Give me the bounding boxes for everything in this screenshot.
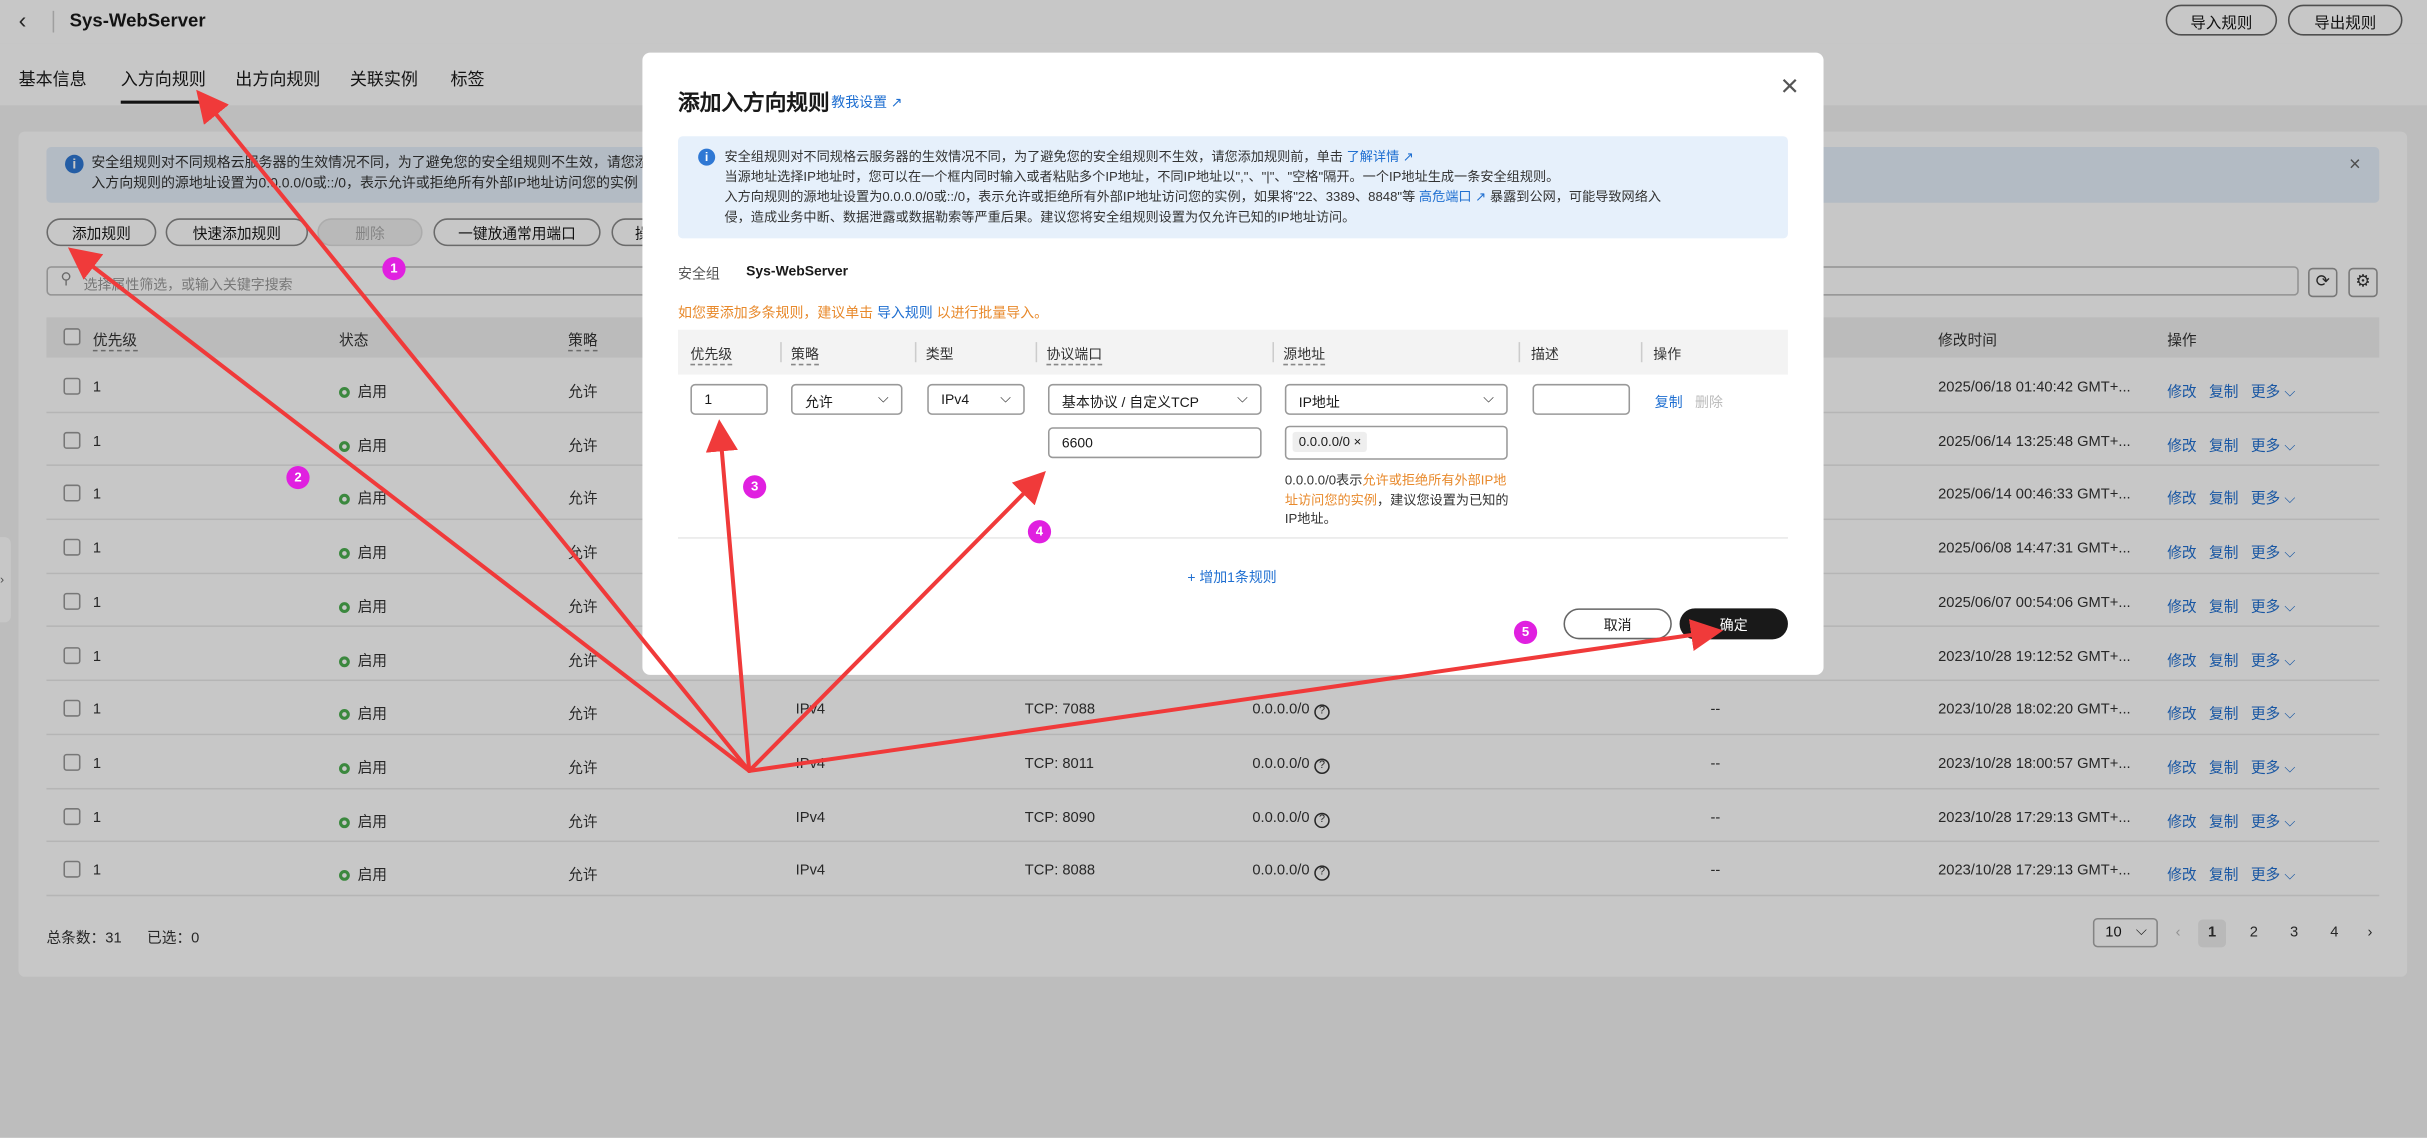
external-link-icon: ↗ xyxy=(890,94,903,110)
cancel-button[interactable]: 取消 xyxy=(1563,608,1672,640)
step-marker-2: 2 xyxy=(286,465,310,490)
high-risk-ports-link[interactable]: 高危端口 xyxy=(1419,189,1472,204)
security-group-label: 安全组 xyxy=(678,266,720,282)
col-operation: 操作 xyxy=(1653,346,1682,363)
chevron-down-icon: ⌵ xyxy=(1237,390,1248,406)
dialog-title: 添加入方向规则 xyxy=(678,89,830,115)
tag-close-icon[interactable]: × xyxy=(1354,433,1362,448)
col-priority: 优先级 xyxy=(690,344,733,366)
col-protocol-port: 协议端口 xyxy=(1046,344,1103,366)
ip-tag: 0.0.0.0/0 × xyxy=(1292,431,1368,453)
protocol-select[interactable]: 基本协议 / 自定义TCP ⌵ xyxy=(1047,383,1262,415)
add-inbound-rule-dialog: 添加入方向规则 教我设置 ↗ × i 安全组规则对不同规格云服务器的生效情况不同… xyxy=(642,52,1824,675)
import-rules-link[interactable]: 导入规则 xyxy=(877,305,933,320)
port-input[interactable]: 6600 xyxy=(1047,427,1262,459)
step-marker-1: 1 xyxy=(382,256,406,281)
info-icon: i xyxy=(698,148,716,166)
step-marker-4: 4 xyxy=(1027,520,1052,544)
external-link-icon: ↗ xyxy=(1475,188,1487,205)
source-ip-input[interactable]: 0.0.0.0/0 × xyxy=(1284,425,1508,460)
close-icon[interactable]: × xyxy=(1781,70,1799,106)
strategy-select[interactable]: 允许 ⌵ xyxy=(791,383,903,415)
external-link-icon: ↗ xyxy=(1402,148,1414,165)
priority-input[interactable]: 1 xyxy=(690,383,768,415)
add-row-link[interactable]: + 增加1条规则 xyxy=(1187,567,1276,587)
type-select[interactable]: IPv4 ⌵ xyxy=(927,383,1025,415)
description-input[interactable] xyxy=(1532,383,1631,415)
page-root: ‹ Sys-WebServer 导入规则 导出规则 基本信息 入方向规则 出方向… xyxy=(0,0,2427,1138)
chevron-down-icon: ⌵ xyxy=(1000,390,1011,406)
col-strategy: 策略 xyxy=(791,344,819,366)
confirm-button[interactable]: 确定 xyxy=(1679,608,1788,640)
chevron-down-icon: ⌵ xyxy=(877,390,889,406)
step-marker-3: 3 xyxy=(743,475,767,499)
step-marker-5: 5 xyxy=(1513,620,1538,644)
dialog-notice: i 安全组规则对不同规格云服务器的生效情况不同，为了避免您的安全组规则不生效，请… xyxy=(678,136,1788,239)
delete-row-link[interactable]: 删除 xyxy=(1695,392,1723,412)
batch-import-tip: 如您要添加多条规则，建议单击 导入规则 以进行批量导入。 xyxy=(678,304,1049,321)
help-link[interactable]: 教我设置 ↗ xyxy=(831,91,902,111)
col-source: 源地址 xyxy=(1283,344,1326,366)
learn-more-link[interactable]: 了解详情 xyxy=(1347,149,1400,164)
col-description: 描述 xyxy=(1530,346,1559,363)
security-group-name: Sys-WebServer xyxy=(746,263,849,279)
chevron-down-icon: ⌵ xyxy=(1483,390,1494,406)
source-warning: 0.0.0.0/0表示允许或拒绝所有外部IP地址访问您的实例，建议您设置为已知的… xyxy=(1284,472,1509,527)
dialog-table-header: 优先级 策略 类型 协议端口 源地址 描述 操作 xyxy=(678,329,1788,375)
col-type: 类型 xyxy=(925,346,954,363)
copy-row-link[interactable]: 复制 xyxy=(1655,392,1683,412)
source-type-select[interactable]: IP地址 ⌵ xyxy=(1284,383,1508,415)
